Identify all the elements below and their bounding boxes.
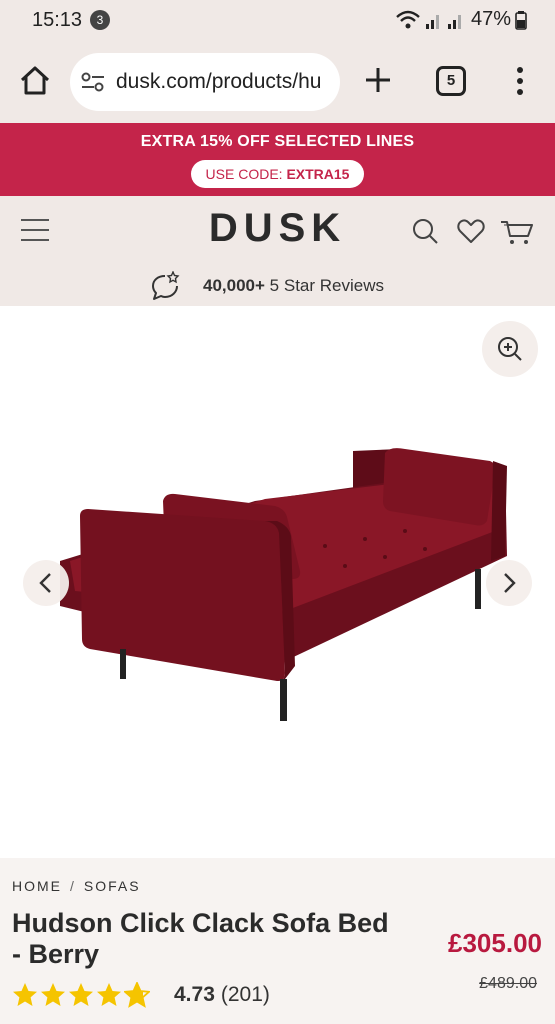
rating-count: (201) bbox=[220, 983, 270, 1006]
url-bar[interactable]: dusk.com/products/hu bbox=[70, 53, 340, 111]
url-text[interactable]: dusk.com/products/hu bbox=[116, 70, 321, 94]
promo-code-label: USE CODE: bbox=[205, 166, 287, 182]
new-tab-icon[interactable] bbox=[362, 64, 394, 96]
next-image-button[interactable] bbox=[486, 560, 532, 606]
was-price: £489.00 bbox=[479, 975, 537, 992]
chevron-left-icon bbox=[39, 573, 51, 593]
battery-percent: 47% bbox=[470, 8, 511, 30]
basket-icon[interactable] bbox=[500, 216, 534, 246]
promo-code-pill[interactable]: USE CODE: EXTRA15 bbox=[191, 160, 364, 188]
status-indicators: 47% bbox=[395, 8, 527, 31]
star-full-icon bbox=[69, 983, 93, 1006]
zoom-in-icon bbox=[498, 337, 522, 361]
tab-switcher-button[interactable]: 5 bbox=[436, 66, 466, 96]
product-gallery[interactable] bbox=[0, 306, 555, 858]
reviews-text: 40,000+ 5 Star Reviews bbox=[203, 276, 384, 296]
browser-toolbar: dusk.com/products/hu 5 bbox=[0, 42, 555, 122]
site-header: DUSK bbox=[0, 196, 555, 266]
rating-row[interactable]: 4.73 (201) bbox=[12, 982, 270, 1008]
star-full-icon bbox=[41, 983, 65, 1006]
previous-image-button[interactable] bbox=[23, 560, 69, 606]
battery-icon bbox=[515, 10, 527, 30]
product-info: HOME / SOFAS Hudson Click Clack Sofa Bed -… bbox=[0, 858, 555, 1024]
more-menu-icon[interactable] bbox=[510, 64, 530, 98]
home-icon[interactable] bbox=[18, 64, 52, 98]
breadcrumb: HOME / SOFAS bbox=[12, 878, 141, 894]
notification-count-badge: 3 bbox=[90, 10, 110, 30]
site-settings-icon[interactable] bbox=[80, 70, 106, 94]
star-rating bbox=[12, 982, 150, 1008]
product-price: £305.00 bbox=[448, 928, 542, 958]
zoom-button[interactable] bbox=[482, 321, 538, 377]
star-full-icon bbox=[13, 983, 37, 1006]
product-title: Hudson Click Clack Sofa Bed - Berry bbox=[12, 908, 389, 969]
breadcrumb-home[interactable]: HOME bbox=[12, 878, 62, 894]
product-image-sofa[interactable] bbox=[55, 441, 515, 731]
reviews-label: 5 Star Reviews bbox=[269, 276, 384, 295]
chat-star-icon bbox=[152, 271, 180, 300]
rating-value: 4.73 bbox=[174, 983, 215, 1006]
signal-icon bbox=[425, 14, 439, 29]
star-partial-icon bbox=[124, 982, 150, 1008]
star-full-icon bbox=[97, 983, 121, 1006]
promo-banner[interactable]: EXTRA 15% OFF SELECTED LINES USE CODE: E… bbox=[0, 123, 555, 196]
heart-icon[interactable] bbox=[456, 216, 486, 246]
reviews-strip[interactable]: 40,000+ 5 Star Reviews bbox=[0, 266, 555, 306]
status-bar: 15:13 3 47% bbox=[0, 0, 555, 42]
breadcrumb-separator: / bbox=[70, 878, 76, 894]
wifi-icon bbox=[396, 10, 420, 28]
status-time: 15:13 bbox=[32, 9, 83, 31]
promo-title: EXTRA 15% OFF SELECTED LINES bbox=[140, 133, 415, 150]
breadcrumb-sofas[interactable]: SOFAS bbox=[84, 878, 141, 894]
chevron-right-icon bbox=[504, 573, 516, 593]
search-icon[interactable] bbox=[410, 216, 440, 246]
signal-icon-2 bbox=[447, 14, 461, 29]
promo-code: EXTRA15 bbox=[286, 166, 350, 182]
reviews-count: 40,000+ bbox=[203, 276, 265, 295]
